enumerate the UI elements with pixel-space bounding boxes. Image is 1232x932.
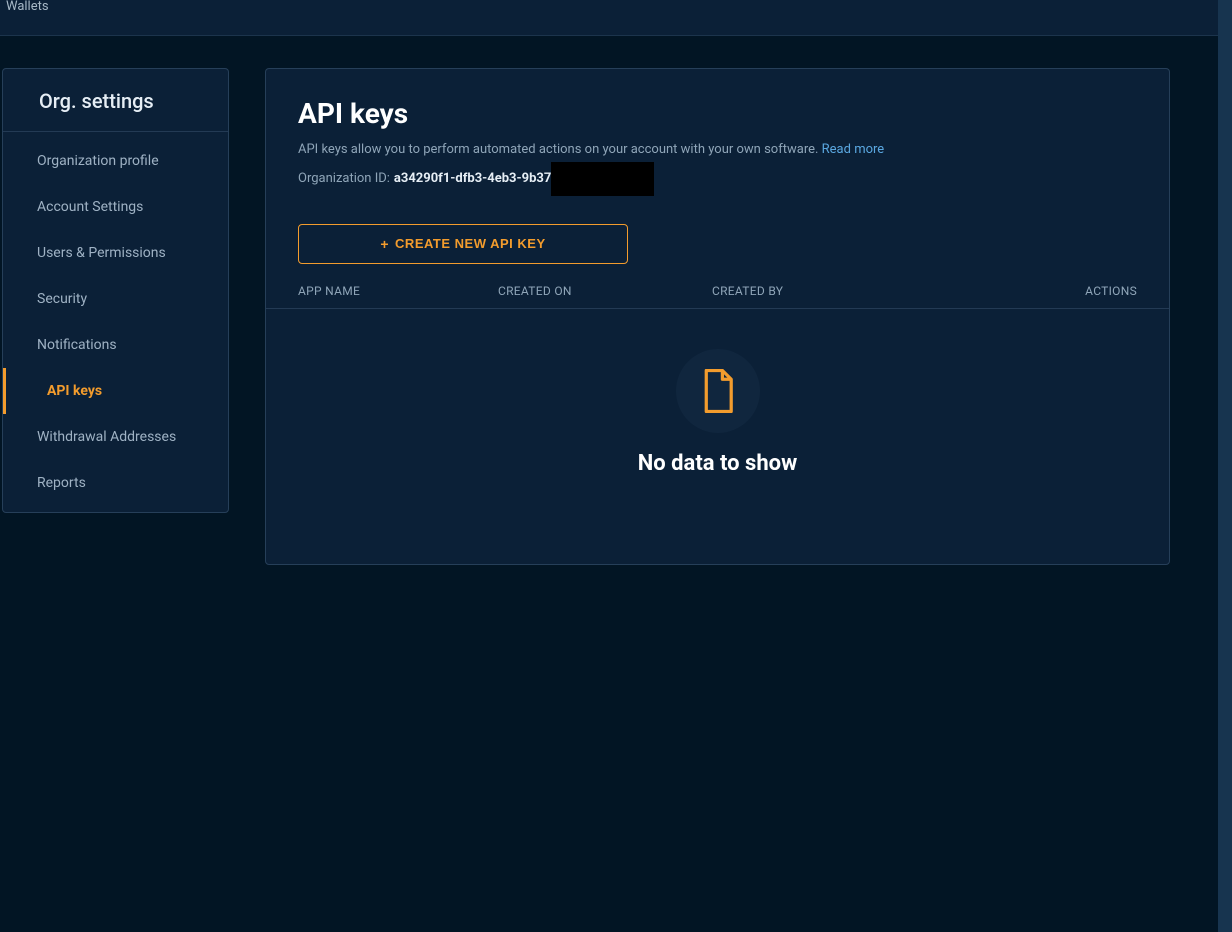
organization-id-line: Organization ID: a34290f1-dfb3-4eb3-9b37 (298, 162, 1137, 196)
page-description: API keys allow you to perform automated … (298, 140, 1137, 160)
sidebar-item-reports[interactable]: Reports (3, 460, 228, 506)
sidebar-item-security[interactable]: Security (3, 276, 228, 322)
main-panel: API keys API keys allow you to perform a… (265, 68, 1170, 565)
sidebar-item-label: Account Settings (37, 199, 143, 215)
read-more-link[interactable]: Read more (822, 142, 885, 157)
sidebar-item-api-keys[interactable]: API keys (3, 368, 228, 414)
sidebar-item-label: Withdrawal Addresses (37, 429, 176, 445)
content: Org. settings Organization profile Accou… (0, 36, 1232, 565)
topbar-item-wallets[interactable]: Wallets (0, 0, 55, 14)
col-header-created-on: CREATED ON (498, 284, 712, 298)
sidebar-item-organization-profile[interactable]: Organization profile (3, 138, 228, 184)
sidebar-item-label: Users & Permissions (37, 245, 166, 261)
redacted-block (551, 162, 654, 196)
sidebar-item-label: API keys (37, 383, 102, 399)
sidebar-item-users-permissions[interactable]: Users & Permissions (3, 230, 228, 276)
sidebar-item-notifications[interactable]: Notifications (3, 322, 228, 368)
document-icon (700, 369, 736, 413)
sidebar-item-label: Organization profile (37, 153, 159, 169)
sidebar-item-label: Notifications (37, 337, 117, 353)
description-text: API keys allow you to perform automated … (298, 142, 818, 157)
scrollbar-track[interactable] (1218, 0, 1232, 932)
org-id-label: Organization ID: (298, 171, 390, 186)
sidebar-nav: Organization profile Account Settings Us… (3, 132, 228, 512)
empty-state: No data to show (298, 309, 1137, 536)
org-id-value: a34290f1-dfb3-4eb3-9b37 (394, 171, 551, 186)
sidebar-item-withdrawal-addresses[interactable]: Withdrawal Addresses (3, 414, 228, 460)
col-header-created-by: CREATED BY (712, 284, 1057, 298)
empty-state-circle (676, 349, 760, 433)
create-button-label: CREATE NEW API KEY (395, 236, 546, 251)
sidebar-item-label: Security (37, 291, 87, 307)
page-title: API keys (298, 97, 1137, 130)
plus-icon: + (380, 236, 389, 252)
create-api-key-button[interactable]: + CREATE NEW API KEY (298, 224, 628, 264)
sidebar: Org. settings Organization profile Accou… (2, 68, 229, 513)
col-header-actions: ACTIONS (1057, 284, 1137, 298)
sidebar-item-label: Reports (37, 475, 86, 491)
sidebar-title: Org. settings (3, 69, 228, 132)
topbar: Wallets (0, 0, 1232, 36)
sidebar-item-account-settings[interactable]: Account Settings (3, 184, 228, 230)
empty-state-text: No data to show (638, 451, 798, 476)
table-header: APP NAME CREATED ON CREATED BY ACTIONS (266, 284, 1169, 309)
col-header-app-name: APP NAME (298, 284, 498, 298)
